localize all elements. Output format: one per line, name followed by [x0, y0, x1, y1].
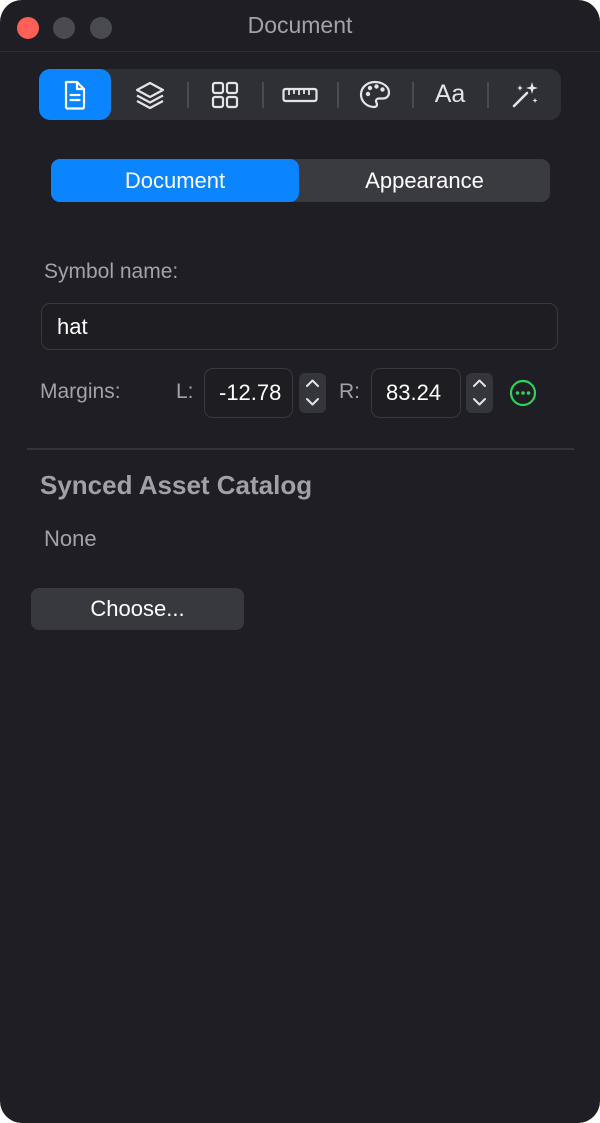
- title-bar: Document: [0, 0, 600, 52]
- tab-effects[interactable]: [489, 69, 561, 120]
- tab-metrics[interactable]: [264, 69, 336, 120]
- chevron-down-icon: [473, 398, 486, 406]
- left-margin-label: L:: [176, 380, 194, 403]
- window-title: Document: [247, 12, 353, 38]
- asset-catalog-title: Synced Asset Catalog: [40, 470, 313, 500]
- chevron-down-icon: [306, 398, 319, 406]
- palette-icon: [359, 80, 391, 108]
- ruler-icon: [282, 87, 318, 102]
- chevron-up-icon: [306, 379, 319, 387]
- tab-document[interactable]: [39, 69, 111, 120]
- margins-label: Margins:: [40, 380, 121, 403]
- right-margin-field[interactable]: 83.24: [371, 368, 461, 418]
- segment-appearance[interactable]: Appearance: [299, 159, 550, 202]
- symbol-name-label: Symbol name:: [44, 260, 179, 283]
- choose-button[interactable]: Choose...: [31, 588, 244, 630]
- document-icon: [64, 80, 86, 110]
- magic-wand-icon: [512, 81, 538, 107]
- more-options-icon[interactable]: [508, 378, 538, 408]
- asset-catalog-value: None: [44, 526, 97, 551]
- right-margin-label: R:: [339, 380, 360, 403]
- inspector-window: Document Aa Document Appearance Symbol n…: [0, 0, 600, 1123]
- section-divider: [27, 448, 574, 450]
- inspector-toolbar: Aa: [39, 69, 561, 120]
- chevron-up-icon: [473, 379, 486, 387]
- layers-icon: [135, 81, 165, 109]
- segment-document[interactable]: Document: [51, 159, 299, 202]
- document-appearance-segmented-control: Document Appearance: [51, 159, 550, 202]
- symbol-name-field[interactable]: hat: [41, 303, 558, 350]
- tab-colors[interactable]: [339, 69, 411, 120]
- right-margin-stepper[interactable]: [466, 373, 493, 413]
- tab-components[interactable]: [189, 69, 261, 120]
- grid-icon: [211, 81, 239, 108]
- tab-typography[interactable]: Aa: [414, 69, 486, 120]
- left-margin-stepper[interactable]: [299, 373, 326, 413]
- typography-icon: Aa: [434, 80, 466, 108]
- left-margin-field[interactable]: -12.78: [204, 368, 293, 418]
- tab-layers[interactable]: [114, 69, 186, 120]
